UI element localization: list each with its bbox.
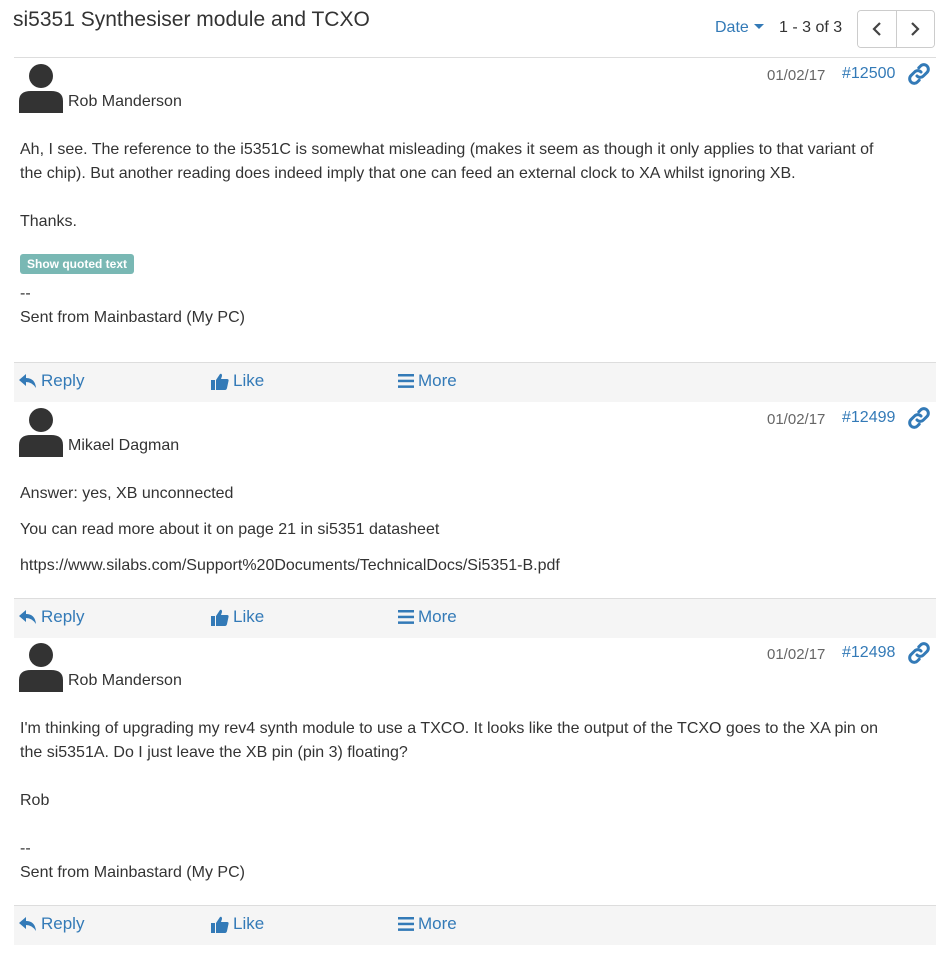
message-actions: Reply Like More [14, 362, 936, 402]
message-12499: Mikael Dagman 01/02/17 #12499 Answer: ye… [14, 402, 936, 638]
page-title: si5351 Synthesiser module and TCXO [13, 8, 370, 31]
like-label: Like [233, 914, 265, 933]
reply-icon [19, 610, 36, 624]
message-date: 01/02/17 [767, 646, 826, 663]
message-body: I'm thinking of upgrading my rev4 synth … [20, 717, 930, 885]
thumbs-up-icon [211, 373, 229, 390]
message-body: Answer: yes, XB unconnected You can read… [20, 482, 930, 578]
menu-icon [398, 374, 414, 388]
message-12500: Rob Manderson 01/02/17 #12500 Ah, I see.… [14, 58, 936, 403]
more-label: More [418, 371, 457, 390]
body-line: https://www.silabs.com/Support%20Documen… [20, 557, 560, 574]
message-actions: Reply Like More [14, 905, 936, 945]
body-line: the chip). But another reading does inde… [20, 165, 796, 182]
prev-page-button[interactable] [858, 11, 896, 47]
link-icon[interactable] [907, 406, 931, 430]
more-label: More [418, 914, 457, 933]
reply-icon [19, 374, 36, 388]
avatar [19, 64, 63, 113]
more-button[interactable]: More [398, 607, 457, 627]
body-line: the si5351A. Do I just leave the XB pin … [20, 744, 408, 761]
like-label: Like [233, 607, 265, 626]
reply-button[interactable]: Reply [19, 371, 84, 391]
chevron-right-icon [911, 22, 921, 36]
menu-icon [398, 917, 414, 931]
result-range: 1 - 3 of 3 [779, 19, 843, 36]
caret-down-icon [753, 24, 764, 30]
reply-label: Reply [41, 371, 85, 390]
like-button[interactable]: Like [211, 607, 264, 627]
menu-icon [398, 610, 414, 624]
signature: Sent from Mainbastard (My PC) [20, 864, 245, 881]
sort-label: Date [715, 19, 749, 36]
reply-button[interactable]: Reply [19, 607, 84, 627]
signature-dash: -- [20, 285, 31, 302]
message-date: 01/02/17 [767, 67, 826, 84]
sort-dropdown[interactable]: Date [715, 19, 764, 37]
more-label: More [418, 607, 457, 626]
message-number-link[interactable]: #12500 [842, 65, 895, 83]
author-name[interactable]: Rob Manderson [68, 672, 182, 690]
signature: Sent from Mainbastard (My PC) [20, 309, 245, 326]
body-line: You can read more about it on page 21 in… [20, 521, 440, 538]
avatar [19, 408, 63, 457]
link-icon[interactable] [907, 641, 931, 665]
like-label: Like [233, 371, 265, 390]
like-button[interactable]: Like [211, 371, 264, 391]
body-line: Rob [20, 792, 50, 809]
next-page-button[interactable] [895, 11, 934, 47]
reply-button[interactable]: Reply [19, 914, 84, 934]
thumbs-up-icon [211, 916, 229, 933]
message-body: Ah, I see. The reference to the i5351C i… [20, 138, 930, 330]
more-button[interactable]: More [398, 371, 457, 391]
body-line: I'm thinking of upgrading my rev4 synth … [20, 720, 879, 737]
body-line: Ah, I see. The reference to the i5351C i… [20, 141, 874, 158]
link-icon[interactable] [907, 62, 931, 86]
show-quoted-text-button[interactable]: Show quoted text [20, 254, 134, 274]
reply-icon [19, 917, 36, 931]
message-date: 01/02/17 [767, 411, 826, 428]
topic-header: si5351 Synthesiser module and TCXO Date … [0, 0, 945, 56]
signature-dash: -- [20, 840, 31, 857]
message-number-link[interactable]: #12498 [842, 644, 895, 662]
thumbs-up-icon [211, 609, 229, 626]
message-12498: Rob Manderson 01/02/17 #12498 I'm thinki… [14, 637, 936, 947]
avatar [19, 643, 63, 692]
message-actions: Reply Like More [14, 598, 936, 638]
reply-label: Reply [41, 914, 85, 933]
reply-label: Reply [41, 607, 85, 626]
body-line: Answer: yes, XB unconnected [20, 485, 234, 502]
body-line: Thanks. [20, 213, 77, 230]
like-button[interactable]: Like [211, 914, 264, 934]
author-name[interactable]: Mikael Dagman [68, 437, 179, 455]
message-number-link[interactable]: #12499 [842, 409, 895, 427]
chevron-left-icon [872, 22, 881, 36]
author-name[interactable]: Rob Manderson [68, 93, 182, 111]
pagination [857, 10, 935, 48]
more-button[interactable]: More [398, 914, 457, 934]
